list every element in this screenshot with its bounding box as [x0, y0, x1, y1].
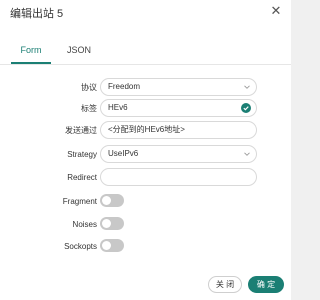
- protocol-row: 协议 Freedom: [0, 78, 291, 98]
- fragment-row: Fragment: [0, 192, 291, 212]
- noises-row: Noises: [0, 215, 291, 235]
- strategy-row: Strategy UseIPv6: [0, 145, 291, 165]
- sockopts-row: Sockopts: [0, 237, 291, 257]
- protocol-label: 协议: [81, 83, 97, 92]
- strategy-select[interactable]: UseIPv6: [100, 145, 257, 163]
- toggle-knob: [102, 196, 111, 205]
- tab-form[interactable]: Form: [11, 40, 51, 64]
- protocol-value: Freedom: [108, 82, 141, 91]
- close-icon[interactable]: ✕: [268, 3, 284, 19]
- tag-row: 标签 HEv6: [0, 99, 291, 119]
- check-circle-icon: [241, 103, 251, 113]
- tag-value: HEv6: [108, 103, 128, 112]
- tab-bar: Form JSON: [0, 40, 291, 66]
- fragment-label: Fragment: [62, 197, 97, 206]
- redirect-label: Redirect: [67, 173, 97, 182]
- redirect-row: Redirect: [0, 168, 291, 188]
- send-through-label: 发送通过: [65, 126, 97, 135]
- noises-toggle[interactable]: [100, 217, 124, 230]
- sockopts-label: Sockopts: [64, 242, 97, 251]
- send-through-value: <分配到的HEv6地址>: [108, 125, 185, 134]
- protocol-select[interactable]: Freedom: [100, 78, 257, 96]
- toggle-knob: [102, 219, 111, 228]
- tag-input[interactable]: HEv6: [100, 99, 257, 117]
- toggle-knob: [102, 241, 111, 250]
- close-button[interactable]: 关 闭: [208, 276, 242, 293]
- dialog-title: 编辑出站 5: [10, 8, 64, 20]
- chevron-down-icon: [244, 85, 250, 89]
- strategy-label: Strategy: [67, 150, 97, 159]
- redirect-input[interactable]: [100, 168, 257, 186]
- sockopts-toggle[interactable]: [100, 239, 124, 252]
- strategy-value: UseIPv6: [108, 149, 139, 158]
- confirm-button[interactable]: 确 定: [248, 276, 284, 293]
- send-through-input[interactable]: <分配到的HEv6地址>: [100, 121, 257, 139]
- send-through-row: 发送通过 <分配到的HEv6地址>: [0, 121, 291, 141]
- tag-label: 标签: [81, 104, 97, 113]
- fragment-toggle[interactable]: [100, 194, 124, 207]
- tab-divider: [0, 64, 291, 65]
- noises-label: Noises: [72, 220, 97, 229]
- tab-json[interactable]: JSON: [62, 40, 96, 64]
- edit-outbound-dialog: 编辑出站 5 ✕ Form JSON 协议 Freedom 标签 HEv6 发送…: [0, 0, 291, 300]
- chevron-down-icon: [244, 152, 250, 156]
